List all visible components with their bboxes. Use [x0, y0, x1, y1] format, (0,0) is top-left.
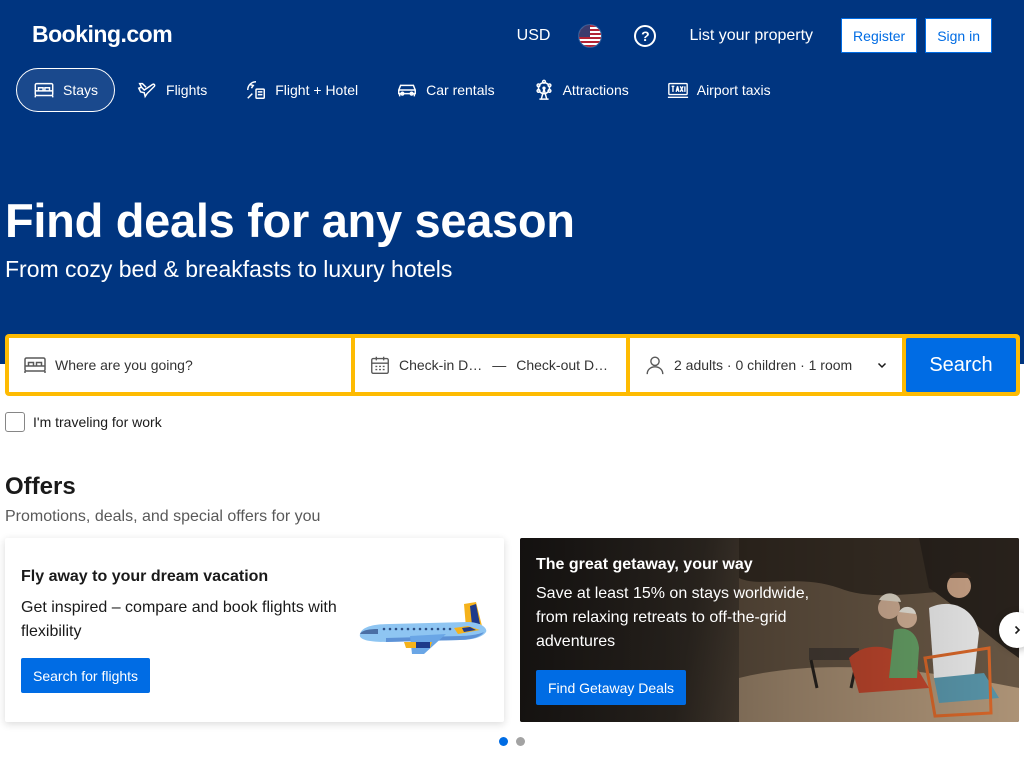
nav-item-label: Flights: [166, 82, 208, 98]
plane-icon: [137, 82, 156, 99]
search-bar: Where are you going? Check-in D… — Check…: [5, 334, 1020, 396]
nav-tab-stays[interactable]: Stays: [16, 68, 116, 112]
hero-header: [0, 0, 1024, 364]
carousel-pagination: [499, 737, 525, 746]
taxi-icon: [667, 82, 688, 99]
checkbox-box[interactable]: [5, 412, 25, 432]
ferris-wheel-icon: [535, 79, 552, 100]
booking-logo[interactable]: Booking.com: [32, 21, 173, 48]
checkout-date[interactable]: Check-out D…: [516, 357, 608, 373]
search-flights-button[interactable]: Search for flights: [21, 658, 151, 693]
car-icon: [398, 84, 417, 97]
destination-placeholder: Where are you going?: [55, 357, 193, 373]
find-getaway-deals-button[interactable]: Find Getaway Deals: [536, 670, 687, 705]
list-property-link[interactable]: List your property: [689, 27, 813, 45]
currency-selector[interactable]: USD: [517, 27, 551, 45]
person-icon: [646, 356, 664, 375]
offers-subtitle: Promotions, deals, and special offers fo…: [5, 508, 321, 525]
search-button[interactable]: Search: [906, 338, 1016, 392]
carousel-dot[interactable]: [499, 737, 508, 746]
nav-item-label: Attractions: [562, 82, 629, 98]
offer-card-title: Fly away to your dream vacation: [21, 568, 269, 585]
offer-card-title: The great getaway, your way: [536, 556, 753, 573]
nav-tab-flights[interactable]: Flights: [119, 68, 224, 112]
offer-card-text: Get inspired – compare and book flights …: [21, 599, 337, 640]
nav-item-label: Car rentals: [426, 82, 495, 98]
header-actions: USD ? List your property Register Sign i…: [517, 18, 992, 53]
bed-icon: [24, 357, 46, 373]
nav-tab-airport-taxis[interactable]: Airport taxis: [650, 68, 788, 112]
hero-title: Find deals for any season: [5, 194, 575, 247]
work-travel-label: I'm traveling for work: [33, 414, 162, 430]
chevron-right-icon: [1014, 625, 1021, 635]
help-icon[interactable]: ?: [634, 24, 657, 47]
occupancy-text: 2 adults · 0 children · 1 room: [674, 357, 853, 373]
nav-tab-attractions[interactable]: Attractions: [516, 68, 646, 112]
flight-hotel-icon: [247, 81, 266, 99]
nav-tab-car-rentals[interactable]: Car rentals: [379, 68, 511, 112]
carousel-dot[interactable]: [516, 737, 525, 746]
register-button[interactable]: Register: [841, 18, 918, 53]
sign-in-button[interactable]: Sign in: [925, 18, 992, 53]
offers-title: Offers: [5, 473, 76, 500]
checkin-date[interactable]: Check-in D…: [399, 357, 482, 373]
chevron-down-icon: [877, 362, 887, 369]
offer-card-text: Save at least 15% on stays worldwide, fr…: [536, 585, 810, 650]
offer-card-getaway: The great getaway, your way Save at leas…: [520, 538, 1019, 722]
nav-tab-flight-hotel[interactable]: Flight + Hotel: [228, 68, 375, 112]
nav-item-label: Flight + Hotel: [275, 82, 359, 98]
date-separator: —: [492, 357, 507, 373]
date-picker[interactable]: Check-in D… — Check-out D…: [355, 338, 626, 392]
product-nav: Stays Flights Flight + Hotel Car rentals…: [16, 68, 792, 112]
us-flag-icon[interactable]: [578, 23, 603, 48]
occupancy-selector[interactable]: 2 adults · 0 children · 1 room: [630, 338, 902, 392]
destination-input[interactable]: Where are you going?: [9, 338, 351, 392]
airplane-illustration: [359, 602, 487, 654]
nav-item-label: Stays: [63, 82, 99, 98]
nav-item-label: Airport taxis: [696, 82, 771, 98]
calendar-icon: [371, 356, 389, 374]
work-travel-checkbox[interactable]: I'm traveling for work: [5, 412, 162, 432]
offer-card-flights: Fly away to your dream vacation Get insp…: [5, 538, 504, 722]
bed-icon: [34, 82, 54, 98]
hero-subtitle: From cozy bed & breakfasts to luxury hot…: [5, 256, 453, 282]
